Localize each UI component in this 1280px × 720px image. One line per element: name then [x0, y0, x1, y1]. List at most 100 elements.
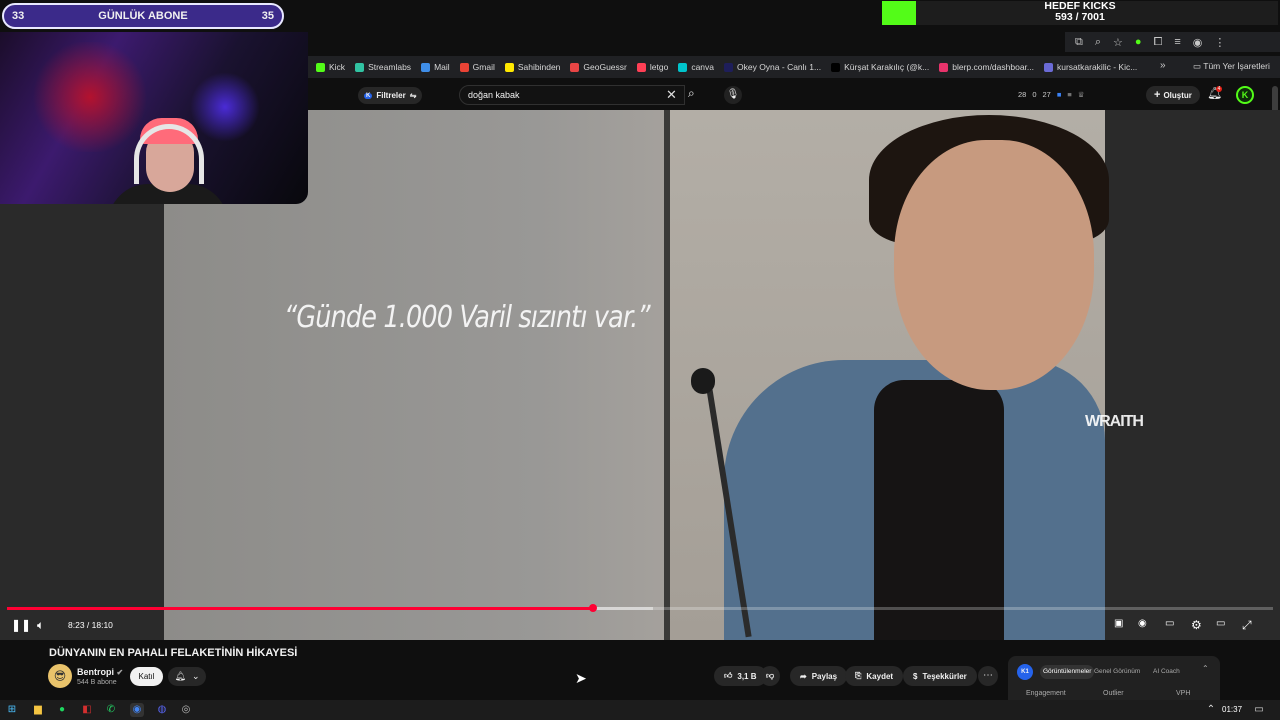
all-bookmarks-link[interactable]: ▭ Tüm Yer İşaretleri: [1193, 61, 1270, 72]
trophy-icon[interactable]: ♕: [1078, 90, 1085, 99]
bookmark-item[interactable]: kursatkarakilic - Kic...: [1044, 62, 1137, 72]
thanks-label: Teşekkürler: [922, 671, 967, 681]
create-button[interactable]: + Oluştur: [1146, 86, 1200, 104]
like-count: 3,1 B: [737, 671, 757, 681]
column-outlier: Outlier: [1103, 690, 1124, 697]
bookmark-favicon-icon: [636, 62, 646, 72]
thumbs-up-icon: 👍︎: [724, 671, 733, 680]
extension-stats: 28 0 27 ■ ≡ ♕: [1018, 90, 1085, 99]
tray-chevron-icon[interactable]: ⌃: [1204, 703, 1218, 717]
subtitles-icon[interactable]: ▭: [1165, 618, 1174, 629]
all-bookmarks-label: Tüm Yer İşaretleri: [1203, 61, 1270, 71]
bookmark-item[interactable]: Mail: [421, 62, 450, 72]
extension-badge-icon[interactable]: ●: [1135, 36, 1142, 48]
channel-name[interactable]: Bentropi ✔: [77, 667, 123, 677]
chrome-icon[interactable]: ◉: [130, 703, 144, 717]
video-corner-text: WRAITH: [1085, 413, 1144, 430]
bookmark-favicon-icon: [355, 62, 365, 72]
bookmark-item[interactable]: Okey Oyna - Canlı 1...: [724, 62, 821, 72]
account-avatar[interactable]: K: [1236, 86, 1254, 104]
chevron-down-icon: ⌄: [191, 671, 200, 681]
channel-avatar[interactable]: 😎︎: [48, 664, 72, 688]
bookmark-favicon-icon: [939, 62, 949, 72]
stat-value: 27: [1042, 90, 1051, 99]
tab-views[interactable]: Görüntülenmeler: [1040, 665, 1095, 679]
collapse-chevron-icon[interactable]: ⌃: [1202, 664, 1209, 673]
search-icon[interactable]: ⌕: [688, 86, 695, 101]
theater-mode-icon[interactable]: ▭: [1216, 618, 1225, 629]
obs-icon[interactable]: ◎: [179, 703, 193, 717]
sub-goal-title: GÜNLÜK ABONE: [98, 10, 188, 22]
bookmarks-bar: Kick Streamlabs Mail Gmail Sahibinden GeoGues…: [308, 56, 1280, 78]
save-label: Kaydet: [866, 671, 894, 681]
bookmark-favicon-icon: [570, 62, 580, 72]
bookmark-label: letgo: [649, 62, 669, 72]
join-button[interactable]: Katıl: [130, 667, 163, 686]
notification-center-icon[interactable]: ▭: [1252, 703, 1266, 717]
bookmark-item[interactable]: blerp.com/dashboar...: [939, 62, 1034, 72]
kick-goal-fill: [882, 1, 916, 25]
whatsapp-icon[interactable]: ✆: [104, 703, 118, 717]
mic-icon[interactable]: 🎙: [724, 86, 742, 104]
bookmark-item[interactable]: GeoGuessr: [570, 62, 627, 72]
start-icon[interactable]: ⊞: [5, 703, 19, 717]
bookmark-item[interactable]: Sahibinden: [504, 62, 560, 72]
kebab-menu-icon[interactable]: ⋮: [1214, 36, 1225, 49]
fullscreen-icon[interactable]: ⤢: [1242, 618, 1252, 633]
zoom-icon[interactable]: ⌕: [1095, 36, 1101, 49]
autoplay-toggle-icon[interactable]: ◉: [1138, 618, 1147, 629]
extension-icon[interactable]: ■: [1057, 90, 1062, 99]
filters-button[interactable]: K Filtreler ⇋: [358, 87, 423, 104]
folder-icon: ▭: [1193, 61, 1202, 71]
like-button[interactable]: 👍︎ 3,1 B: [714, 666, 767, 686]
bookmark-item[interactable]: Kick: [316, 62, 345, 72]
menu-list-icon[interactable]: ≡: [1174, 36, 1180, 48]
bookmark-item[interactable]: Gmail: [459, 62, 495, 72]
thumbs-down-icon: 👎︎: [766, 671, 775, 680]
more-actions-icon[interactable]: ⋯: [978, 666, 998, 686]
tab-ai-coach[interactable]: AI Coach: [1153, 665, 1180, 679]
kick-goal-value: 593 / 7001: [1055, 11, 1105, 23]
bookmark-item[interactable]: Kürşat Karakılıç (@k...: [831, 62, 929, 72]
bookmark-item[interactable]: canva: [678, 62, 714, 72]
taskbar-clock: 01:37: [1222, 705, 1243, 714]
thanks-button[interactable]: $ Teşekkürler: [903, 666, 977, 686]
bookmarks-overflow-icon[interactable]: »: [1160, 60, 1166, 71]
file-explorer-icon[interactable]: ▆: [31, 703, 45, 717]
app-icon[interactable]: ◧: [80, 703, 94, 717]
video-title: DÜNYANIN EN PAHALI FELAKETİNİN HİKAYESİ: [49, 647, 298, 659]
search-input[interactable]: doğan kabak: [459, 85, 685, 105]
share-button[interactable]: ➦ Paylaş: [790, 666, 848, 686]
subscribe-bell-button[interactable]: 🔔︎ ⌄: [168, 667, 206, 686]
ext-player-icon[interactable]: ▣: [1114, 618, 1123, 629]
save-button[interactable]: ⎘ Kaydet: [845, 666, 904, 686]
daily-sub-goal-bar: 33 GÜNLÜK ABONE 35: [2, 3, 284, 29]
kick-goal-text: HEDEF KICKS 593 / 7001: [912, 1, 1248, 23]
bookmark-favicon-icon: [724, 62, 733, 72]
clear-search-icon[interactable]: ✕: [666, 87, 677, 103]
bookmark-favicon-icon: [316, 62, 325, 72]
profile-icon[interactable]: ◉: [1193, 36, 1203, 49]
bookmark-favicon-icon: [831, 62, 841, 72]
bookmark-item[interactable]: Streamlabs: [355, 62, 411, 72]
volume-icon[interactable]: 🔈︎: [37, 618, 44, 633]
ext-menu-icon[interactable]: ≡: [1067, 90, 1071, 99]
dislike-button[interactable]: 👎︎: [760, 666, 781, 686]
tab-overview[interactable]: Genel Görünüm: [1094, 665, 1140, 679]
thanks-icon: $: [913, 671, 918, 681]
puzzle-icon[interactable]: ⧠: [1154, 36, 1163, 49]
bookmark-item[interactable]: letgo: [636, 62, 669, 72]
pause-icon[interactable]: ❚❚: [11, 618, 31, 632]
bookmark-label: Okey Oyna - Canlı 1...: [737, 62, 822, 72]
verified-icon: ✔: [116, 668, 124, 677]
progress-played: [7, 607, 594, 610]
speaker-face: [894, 140, 1094, 390]
cast-icon[interactable]: ⧉: [1075, 36, 1083, 49]
star-icon[interactable]: ☆: [1113, 36, 1123, 49]
spotify-icon[interactable]: ●: [55, 703, 69, 717]
discord-icon[interactable]: ◍: [155, 703, 169, 717]
settings-gear-icon[interactable]: ⚙: [1191, 618, 1202, 632]
sub-goal-current: 33: [12, 10, 25, 22]
browser-toolbar-icons: ⧉ ⌕ ☆ ● ⧠ ≡ ◉ ⋮: [1065, 32, 1280, 52]
webcam-overlay: [0, 32, 308, 204]
